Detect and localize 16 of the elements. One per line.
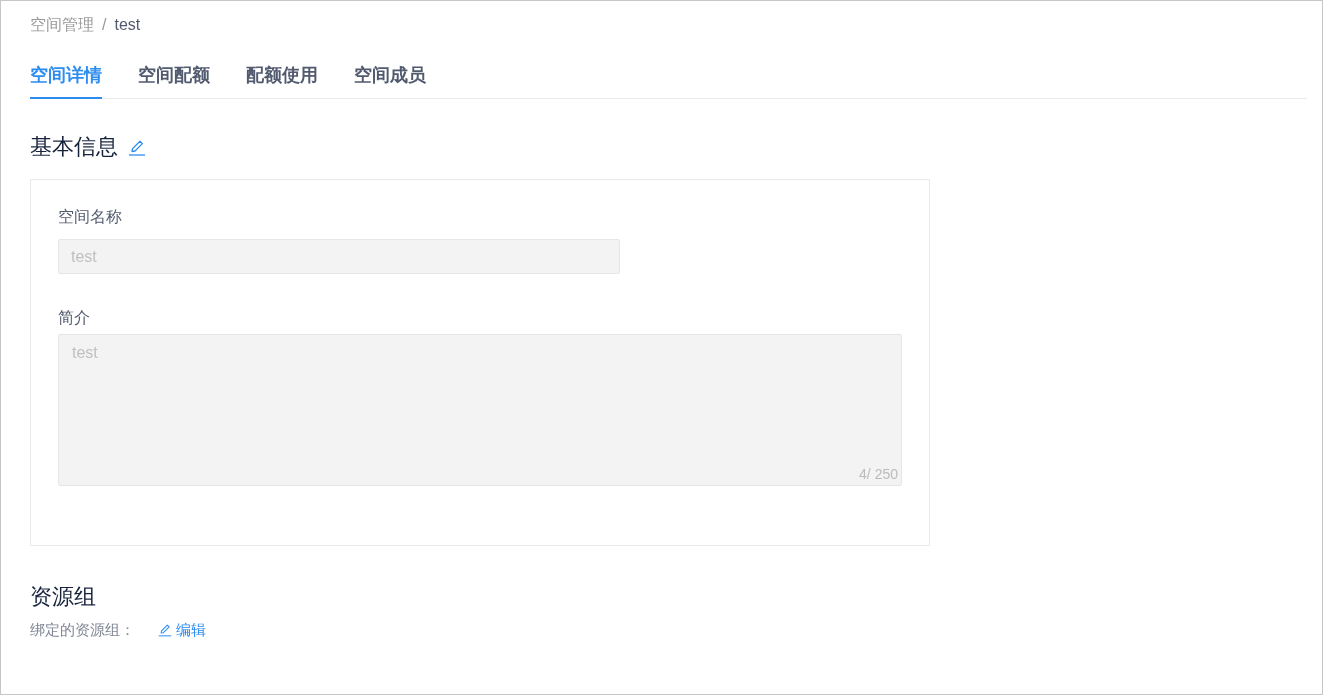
tab[interactable]: 配额使用	[246, 51, 318, 99]
breadcrumb-link[interactable]: 空间管理	[30, 13, 94, 37]
section-title: 资源组	[30, 583, 97, 611]
section-title: 基本信息	[30, 133, 118, 161]
tab[interactable]: 空间配额	[138, 51, 210, 99]
field-label: 绑定的资源组：	[30, 620, 135, 640]
pencil-icon	[158, 623, 172, 637]
field-label: 空间名称	[58, 207, 123, 227]
field-label: 简介	[58, 308, 91, 328]
breadcrumb-current: test	[114, 15, 141, 35]
tab[interactable]: 空间成员	[354, 51, 426, 99]
tab[interactable]: 空间详情	[30, 51, 102, 99]
edit-link[interactable]: 编辑	[158, 619, 206, 641]
char-counter: 4/ 250	[859, 465, 898, 484]
breadcrumb-separator: /	[102, 15, 107, 35]
edit-icon[interactable]	[128, 138, 146, 156]
